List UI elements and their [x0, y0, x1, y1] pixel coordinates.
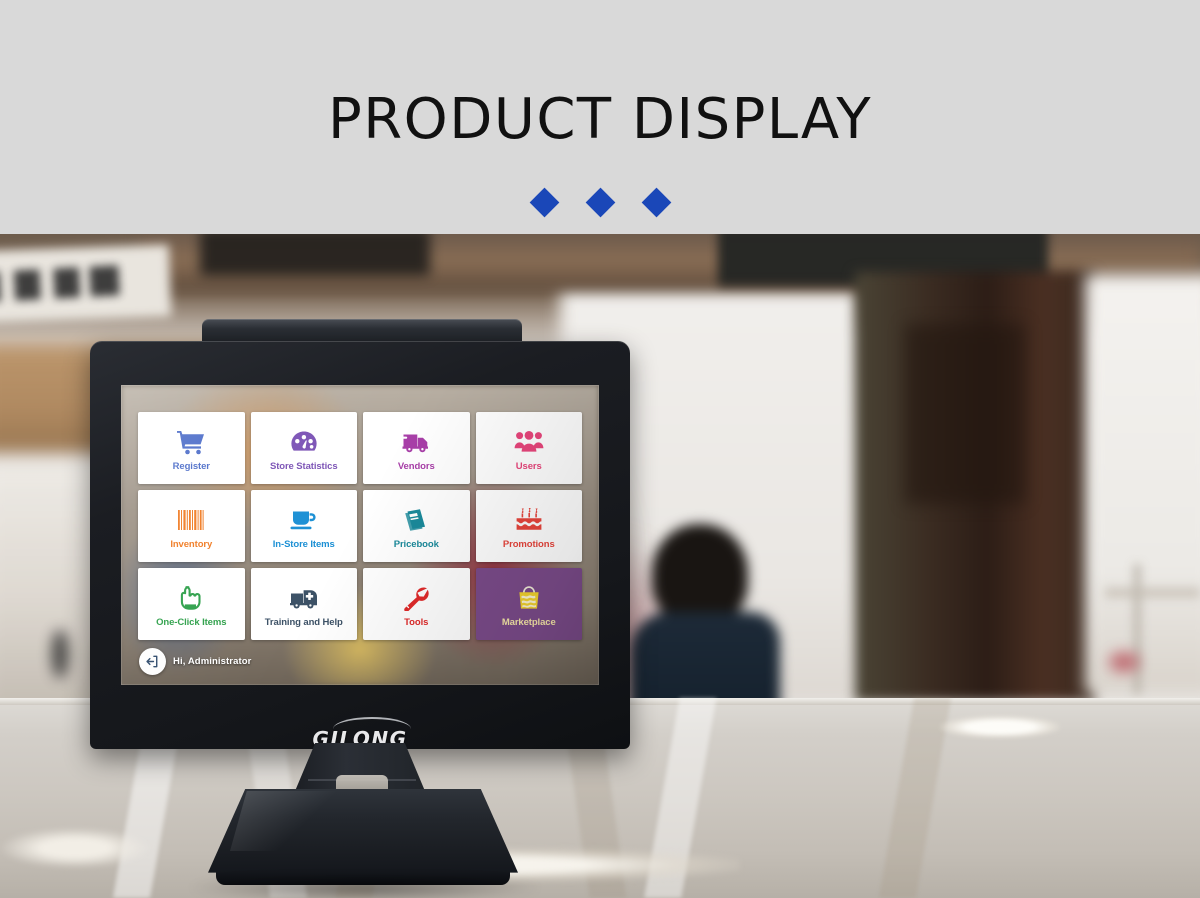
tile-label: Marketplace	[501, 617, 556, 629]
product-photo-scene: Register Store Statistics Vendors Users …	[0, 234, 1200, 898]
tile-label: In-Store Items	[272, 539, 335, 551]
person-head	[652, 524, 748, 626]
shopping-cart-icon	[176, 425, 206, 459]
coffee-cup-icon	[289, 503, 319, 537]
pos-touchscreen[interactable]: Register Store Statistics Vendors Users …	[121, 385, 599, 685]
book-icon	[401, 503, 431, 537]
page-title: PRODUCT DISPLAY	[327, 87, 873, 152]
tile-label: One-Click Items	[156, 617, 227, 629]
tile-label: Register	[172, 461, 210, 473]
app-tile-grid: Register Store Statistics Vendors Users …	[138, 412, 582, 640]
product-display-page: PRODUCT DISPLAY Register Store Statistic…	[0, 0, 1200, 898]
tile-users[interactable]: Users	[475, 412, 582, 484]
barcode-icon	[176, 503, 206, 537]
pos-terminal: Register Store Statistics Vendors Users …	[90, 319, 630, 898]
tile-label: Tools	[404, 617, 429, 629]
tile-label: Users	[515, 461, 542, 473]
tile-label: Promotions	[502, 539, 555, 551]
monitor-bezel: Register Store Statistics Vendors Users …	[90, 341, 630, 751]
logout-arrow-icon	[146, 655, 158, 668]
tile-inventory[interactable]: Inventory	[138, 490, 245, 562]
delivery-truck-icon	[401, 425, 431, 459]
diamond-1	[529, 187, 559, 218]
tile-label: Training and Help	[264, 617, 343, 629]
tile-label: Store Statistics	[269, 461, 338, 473]
base-highlight	[230, 791, 350, 851]
diamond-3	[641, 187, 671, 218]
tile-register[interactable]: Register	[138, 412, 245, 484]
shopping-bag-icon	[514, 581, 544, 615]
tile-promotions[interactable]: Promotions	[475, 490, 582, 562]
tile-label: Pricebook	[393, 539, 439, 551]
avatar[interactable]	[139, 648, 166, 675]
tile-store-statistics[interactable]: Store Statistics	[250, 412, 357, 484]
header-banner: PRODUCT DISPLAY	[0, 0, 1200, 234]
background-flowers	[1090, 634, 1160, 694]
tile-training-and-help[interactable]: Training and Help	[250, 568, 357, 640]
background-person-silhouette	[630, 524, 795, 727]
tile-vendors[interactable]: Vendors	[363, 412, 470, 484]
wrench-icon	[401, 581, 431, 615]
birthday-cake-icon	[514, 503, 544, 537]
diamond-divider	[0, 187, 1200, 218]
users-group-icon	[514, 425, 544, 459]
pointing-hand-icon	[176, 581, 206, 615]
tile-one-click-items[interactable]: One-Click Items	[138, 568, 245, 640]
counter-texture-1	[940, 716, 1060, 738]
gauge-icon	[289, 425, 319, 459]
base-contact-shadow	[190, 879, 540, 898]
tile-label: Inventory	[170, 539, 213, 551]
ambulance-icon	[289, 581, 319, 615]
tile-in-store-items[interactable]: In-Store Items	[250, 490, 357, 562]
user-greeting: Hi, Administrator	[173, 656, 252, 667]
door-panel	[905, 324, 1025, 504]
diamond-2	[585, 187, 615, 218]
tile-tools[interactable]: Tools	[363, 568, 470, 640]
tile-label: Vendors	[397, 461, 435, 473]
tile-pricebook[interactable]: Pricebook	[363, 490, 470, 562]
user-status-bar[interactable]: Hi, Administrator	[139, 648, 251, 675]
chalkboard-sign-left	[200, 234, 430, 276]
tile-marketplace[interactable]: Marketplace	[475, 568, 582, 640]
